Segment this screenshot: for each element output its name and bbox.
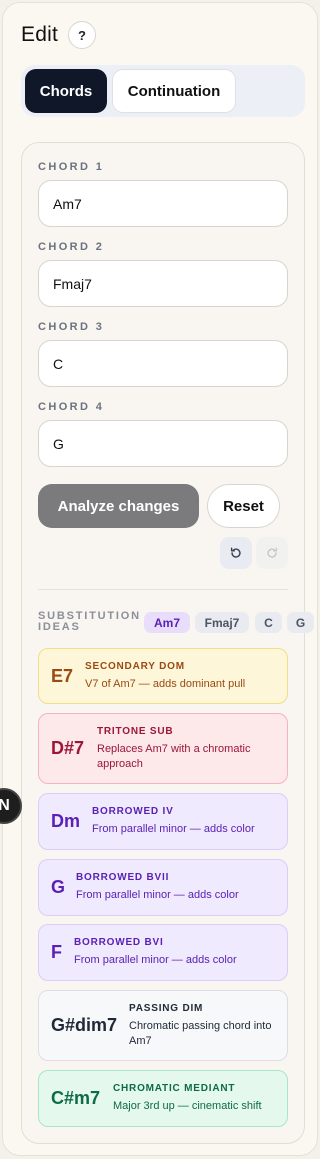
suggestion-card[interactable]: G BORROWED BVII From parallel minor — ad…	[38, 859, 288, 916]
section-divider	[38, 589, 288, 590]
chord-3-label: CHORD 3	[38, 321, 105, 333]
edit-panel: Edit ? Chords Continuation CHORD 1 Am7 C…	[2, 2, 318, 1156]
suggestion-card[interactable]: F BORROWED BVI From parallel minor — add…	[38, 924, 288, 981]
suggestion-card[interactable]: C#m7 CHROMATIC MEDIANT Major 3rd up — ci…	[38, 1070, 288, 1127]
page-title: Edit	[21, 23, 58, 46]
chord-2-input[interactable]: Fmaj7	[38, 260, 288, 307]
suggestion-kind: PASSING DIM	[129, 1002, 204, 1014]
substitution-heading: SUBSTITUTION IDEAS	[38, 610, 141, 633]
suggestion-card[interactable]: E7 SECONDARY DOM V7 of Am7 — adds domina…	[38, 648, 288, 704]
tab-chords[interactable]: Chords	[25, 69, 107, 113]
suggestion-kind: BORROWED IV	[92, 806, 174, 817]
panel-header: Edit ?	[21, 19, 96, 51]
undo-button[interactable]	[220, 537, 252, 569]
suggestion-chord: E7	[51, 665, 74, 686]
suggestion-kind: BORROWED BVI	[74, 937, 164, 948]
suggestion-card[interactable]: Dm BORROWED IV From parallel minor — add…	[38, 793, 288, 850]
chip-chord-2[interactable]: Fmaj7	[195, 612, 249, 633]
analyze-button[interactable]: Analyze changes	[38, 484, 199, 528]
suggestion-desc: Chromatic passing chord into Am7	[129, 1019, 272, 1047]
chord-1-label: CHORD 1	[38, 161, 105, 173]
suggestion-desc: From parallel minor — adds color	[92, 823, 255, 835]
suggestion-chord: G	[51, 877, 66, 897]
suggestion-kind: CHROMATIC MEDIANT	[113, 1083, 236, 1094]
suggestion-desc: Replaces Am7 with a chromatic approach	[97, 742, 251, 770]
chords-card: CHORD 1 Am7 CHORD 2 Fmaj7 CHORD 3 C CHOR…	[21, 142, 314, 1144]
tab-bar: Chords Continuation	[21, 65, 305, 117]
chord-3-input[interactable]: C	[38, 340, 288, 387]
undo-icon	[230, 547, 241, 558]
reset-button[interactable]: Reset	[207, 484, 280, 528]
chord-2-label: CHORD 2	[38, 241, 105, 253]
suggestion-chord: F	[51, 942, 62, 962]
suggestion-chord: D#7	[51, 738, 85, 758]
suggestion-desc: V7 of Am7 — adds dominant pull	[85, 677, 246, 690]
suggestion-chord: Dm	[51, 811, 81, 831]
chip-chord-1[interactable]: Am7	[144, 612, 190, 633]
redo-icon	[267, 547, 278, 558]
chord-4-input[interactable]: G	[38, 420, 288, 467]
suggestion-kind: BORROWED BVII	[76, 872, 170, 883]
tab-continuation[interactable]: Continuation	[112, 69, 236, 113]
suggestion-desc: From parallel minor — adds color	[74, 954, 237, 966]
suggestion-card[interactable]: D#7 TRITONE SUB Replaces Am7 with a chro…	[38, 713, 288, 784]
help-button[interactable]: ?	[68, 21, 96, 49]
chip-chord-3[interactable]: C	[255, 612, 282, 633]
chord-4-label: CHORD 4	[38, 401, 105, 413]
chip-chord-4[interactable]: G	[287, 612, 314, 633]
suggestion-desc: From parallel minor — adds color	[76, 889, 239, 901]
suggestion-card[interactable]: G#dim7 PASSING DIM Chromatic passing cho…	[38, 990, 288, 1061]
chord-1-input[interactable]: Am7	[38, 180, 288, 227]
redo-button[interactable]	[256, 537, 288, 569]
suggestion-desc: Major 3rd up — cinematic shift	[113, 1100, 262, 1112]
suggestion-kind: SECONDARY DOM	[85, 660, 185, 672]
suggestion-chord: C#m7	[51, 1088, 101, 1108]
suggestion-kind: TRITONE SUB	[97, 725, 174, 737]
suggestion-chord: G#dim7	[51, 1015, 118, 1035]
